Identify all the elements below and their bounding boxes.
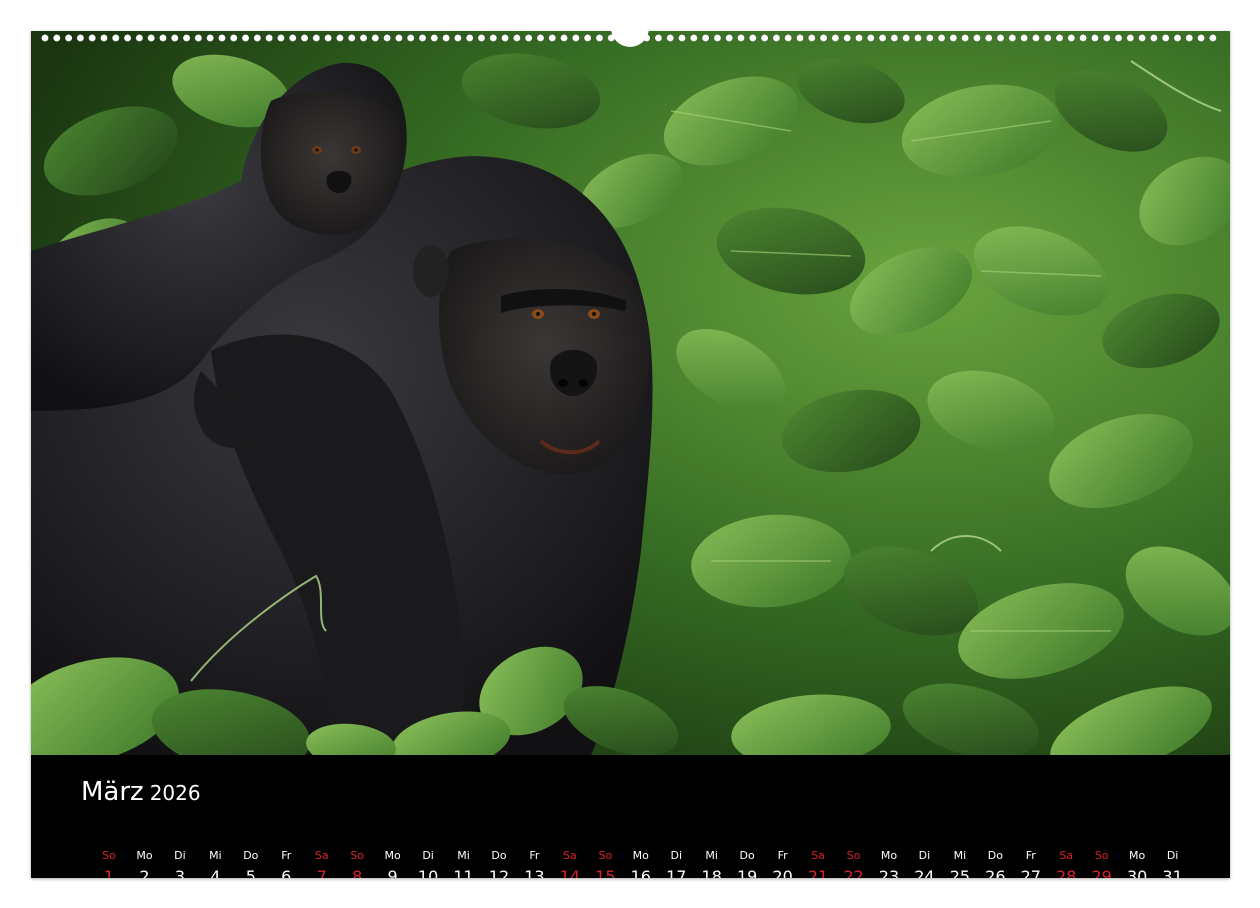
day-number: 14 [559, 867, 581, 878]
weekday-label: Sa [563, 849, 577, 862]
date-row: 1 2 3 4 5 6 7 8 9 10 11 12 13 14 15 16 17 18 19 20 21 22 23 24 2… [94, 867, 1188, 878]
weekday-label: Mo [136, 849, 153, 862]
day-number: 29 [1091, 867, 1112, 878]
day-number: 8 [352, 867, 363, 878]
day-number: 15 [595, 867, 616, 878]
day-number: 11 [453, 867, 474, 878]
day-number: 27 [1020, 867, 1041, 878]
day-number: 4 [210, 867, 221, 878]
weekday-label: So [846, 849, 861, 862]
weekday-label: Do [987, 849, 1003, 862]
day-number: 20 [772, 867, 793, 878]
day-number: 5 [245, 867, 256, 878]
weekday-label: Di [670, 849, 683, 862]
day-number: 30 [1126, 867, 1148, 878]
day-number: 19 [736, 867, 758, 878]
day-number: 7 [316, 867, 327, 878]
day-number: 3 [174, 867, 185, 878]
weekday-label: Fr [777, 849, 788, 862]
year-label: 2026 [149, 781, 201, 805]
weekday-label: So [598, 849, 613, 862]
weekday-label: Mo [384, 849, 401, 862]
calendar-strip: März 2026 So Mo Di Mi Do Fr Sa So Mo Di Mi Do Fr Sa So M… [31, 755, 1230, 878]
weekday-label: Mo [880, 849, 898, 862]
gorilla-photo [31, 31, 1230, 755]
weekday-label: Do [739, 849, 755, 862]
day-number: 17 [666, 867, 687, 878]
weekday-label: Fr [529, 849, 540, 862]
weekday-label: So [1094, 849, 1109, 862]
weekday-label: So [102, 849, 116, 862]
month-name: März [81, 777, 144, 807]
day-number: 9 [387, 867, 398, 878]
month-title: März 2026 [81, 777, 201, 807]
day-number: 6 [281, 867, 292, 878]
weekday-label: Fr [1025, 849, 1036, 862]
day-number: 23 [878, 867, 900, 878]
day-number: 12 [488, 867, 510, 878]
weekday-label: So [350, 849, 365, 862]
day-number: 13 [524, 867, 545, 878]
day-number: 25 [949, 867, 971, 878]
day-number: 18 [701, 867, 722, 878]
photo-illustration [31, 31, 1230, 755]
weekday-label: Do [243, 849, 259, 862]
weekday-label: Sa [811, 849, 825, 862]
day-number: 26 [985, 867, 1006, 878]
weekday-label: Mi [457, 849, 470, 862]
weekday-label: Di [422, 849, 434, 862]
calendar-page: März 2026 So Mo Di Mi Do Fr Sa So Mo Di Mi Do Fr Sa So M… [0, 0, 1260, 908]
weekday-label: Mi [953, 849, 967, 862]
day-number: 1 [103, 867, 115, 878]
day-number: 10 [417, 867, 439, 878]
day-number: 22 [843, 867, 864, 878]
weekday-label: Di [174, 849, 186, 862]
weekday-label: Sa [314, 849, 329, 862]
day-number: 31 [1162, 867, 1183, 878]
day-number: 28 [1056, 867, 1077, 878]
weekday-label: Mi [209, 849, 222, 862]
weekday-label: Di [918, 849, 931, 862]
weekday-label: Mo [632, 849, 649, 862]
day-number: 2 [139, 867, 150, 878]
calendar-sheet: März 2026 So Mo Di Mi Do Fr Sa So Mo Di Mi Do Fr Sa So M… [31, 31, 1230, 878]
weekday-label: Di [1166, 849, 1179, 862]
day-number: 21 [807, 867, 829, 878]
weekday-row: So Mo Di Mi Do Fr Sa So Mo Di Mi Do Fr Sa So Mo Di Mi Do Fr… [94, 849, 1188, 865]
weekday-label: Sa [1059, 849, 1074, 862]
day-number: 24 [914, 867, 935, 878]
weekday-label: Mi [705, 849, 718, 862]
weekday-label: Mo [1129, 849, 1146, 862]
day-number: 16 [630, 867, 651, 878]
weekday-label: Do [491, 849, 507, 862]
weekday-label: Fr [281, 849, 292, 862]
